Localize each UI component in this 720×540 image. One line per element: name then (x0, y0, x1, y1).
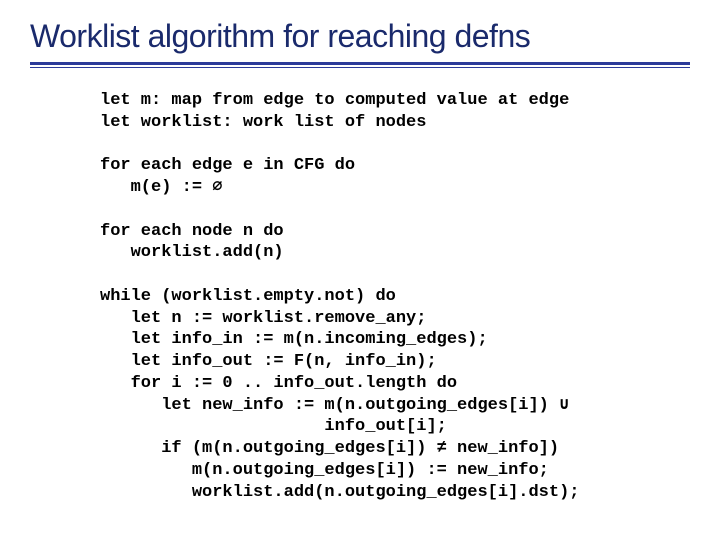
code-line: while (worklist.empty.not) do (100, 287, 396, 306)
code-line: m(n.outgoing_edges[i]) := new_info; (100, 461, 549, 480)
code-block: let m: map from edge to computed value a… (100, 90, 680, 503)
code-line: for i := 0 .. info_out.length do (100, 374, 457, 393)
code-line: info_out[i]; (100, 417, 447, 436)
code-line: let info_out := F(n, info_in); (100, 352, 437, 371)
slide-title: Worklist algorithm for reaching defns (30, 18, 530, 55)
code-line: for each edge e in CFG do (100, 156, 355, 175)
code-line: let worklist: work list of nodes (100, 113, 426, 132)
code-line: if (m(n.outgoing_edges[i]) ≠ new_info]) (100, 439, 559, 458)
code-line: let info_in := m(n.incoming_edges); (100, 330, 488, 349)
code-line: worklist.add(n) (100, 243, 284, 262)
code-line: let new_info := m(n.outgoing_edges[i]) ∪ (100, 396, 569, 415)
code-line: for each node n do (100, 222, 284, 241)
rule-thick (30, 62, 690, 65)
code-line: let n := worklist.remove_any; (100, 309, 426, 328)
code-line: worklist.add(n.outgoing_edges[i].dst); (100, 483, 579, 502)
code-line: m(e) := ∅ (100, 178, 222, 197)
code-line: let m: map from edge to computed value a… (100, 91, 569, 110)
slide: Worklist algorithm for reaching defns le… (0, 0, 720, 540)
title-rule (30, 62, 690, 68)
rule-thin (30, 67, 690, 68)
